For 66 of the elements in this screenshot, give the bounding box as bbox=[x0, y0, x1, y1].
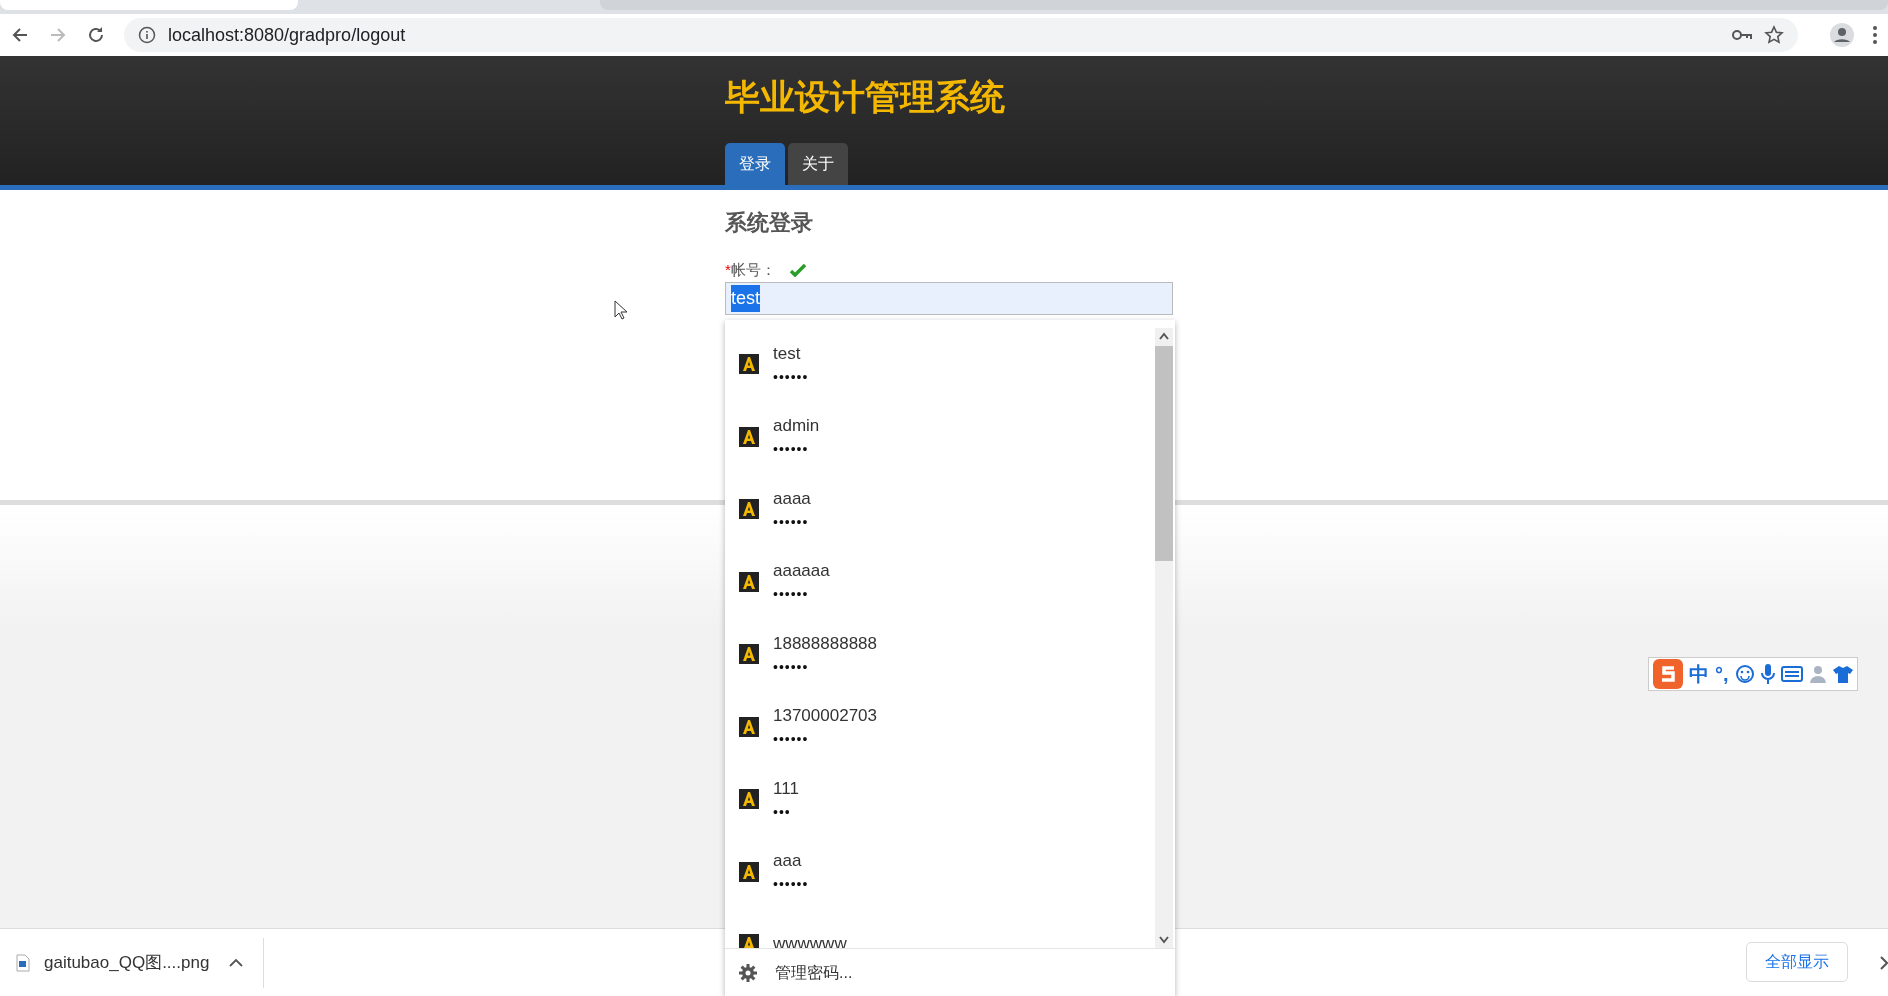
s-logo-icon[interactable] bbox=[1653, 659, 1683, 689]
username-text: 111 bbox=[773, 777, 799, 800]
autofill-item[interactable]: admin •••••• bbox=[725, 400, 1155, 473]
info-icon bbox=[138, 26, 156, 44]
autofill-item[interactable]: aaa •••••• bbox=[725, 835, 1155, 908]
autofill-item[interactable]: 18888888888 •••••• bbox=[725, 618, 1155, 691]
smiley-icon[interactable] bbox=[1734, 664, 1755, 684]
autofill-item[interactable]: aaaa •••••• bbox=[725, 473, 1155, 546]
caret-icon[interactable] bbox=[229, 957, 244, 968]
microphone-icon[interactable] bbox=[1760, 663, 1775, 685]
reload-icon[interactable] bbox=[86, 25, 106, 45]
autofill-item[interactable]: aaaaaa •••••• bbox=[725, 545, 1155, 618]
password-mask: •••••• bbox=[773, 585, 810, 605]
key-badge-icon bbox=[739, 789, 759, 810]
key-badge-icon bbox=[739, 861, 759, 882]
nav-tab[interactable]: 登录 bbox=[725, 143, 785, 185]
password-mask: ••• bbox=[773, 802, 792, 822]
scrollbar-thumb[interactable] bbox=[1155, 346, 1173, 561]
autofill-item[interactable]: test •••••• bbox=[725, 328, 1155, 401]
autofill-item[interactable]: 13700002703 •••••• bbox=[725, 690, 1155, 763]
password-mask: •••••• bbox=[773, 875, 809, 895]
scrollbar[interactable] bbox=[1155, 328, 1173, 948]
url-text: localhost:8080/gradpro/logout bbox=[168, 23, 406, 47]
punctuation-toggle[interactable]: °, bbox=[1715, 659, 1729, 689]
key-icon[interactable] bbox=[1732, 27, 1752, 43]
scroll-up-icon[interactable] bbox=[1159, 332, 1169, 340]
menu-icon[interactable] bbox=[1872, 25, 1878, 45]
form-heading: 系统登录 bbox=[725, 209, 814, 237]
shirt-icon[interactable] bbox=[1832, 665, 1853, 683]
keyboard-icon[interactable] bbox=[1780, 666, 1803, 682]
profile-icon[interactable] bbox=[1830, 23, 1854, 47]
manage-passwords-item[interactable]: 管理密码... bbox=[725, 948, 1175, 996]
nav-tab[interactable]: 关于 bbox=[788, 143, 848, 185]
password-mask: •••••• bbox=[773, 440, 810, 460]
site-title: 毕业设计管理系统 bbox=[725, 76, 1006, 118]
password-mask: •••••• bbox=[773, 512, 810, 532]
username-text: 18888888888 bbox=[773, 632, 877, 655]
close-icon[interactable] bbox=[1880, 956, 1888, 970]
username-text: 13700002703 bbox=[773, 705, 877, 728]
key-badge-icon bbox=[739, 571, 759, 592]
download-filename[interactable]: gaitubao_QQ图....png bbox=[44, 949, 210, 976]
address-bar[interactable]: localhost:8080/gradpro/logout bbox=[124, 18, 1798, 52]
key-badge-icon bbox=[739, 716, 759, 737]
password-mask: •••••• bbox=[773, 657, 810, 677]
image-file-icon bbox=[16, 953, 30, 972]
key-badge-icon bbox=[739, 354, 759, 375]
scroll-down-icon[interactable] bbox=[1159, 936, 1169, 944]
username-text: test bbox=[773, 342, 802, 365]
key-badge-icon bbox=[739, 499, 759, 520]
username-text: aaa bbox=[773, 850, 803, 873]
ime-mode[interactable]: 中 bbox=[1689, 659, 1709, 689]
key-badge-icon bbox=[739, 934, 759, 948]
password-mask: •••••• bbox=[773, 730, 810, 750]
username-text: admin bbox=[773, 415, 820, 438]
field-label: *帐号： bbox=[725, 260, 776, 281]
username-field[interactable]: test bbox=[725, 282, 1173, 316]
show-all-button[interactable]: 全部显示 bbox=[1746, 942, 1848, 982]
username-text: aaaa bbox=[773, 487, 811, 510]
password-mask: •••••• bbox=[773, 367, 809, 387]
key-badge-icon bbox=[739, 644, 759, 665]
star-icon[interactable] bbox=[1764, 25, 1784, 45]
settings-icon bbox=[739, 963, 757, 982]
username-text: aaaaaa bbox=[773, 560, 830, 583]
autofill-item[interactable]: 111 ••• bbox=[725, 763, 1155, 836]
key-badge-icon bbox=[739, 426, 759, 447]
cursor-icon bbox=[614, 300, 628, 320]
